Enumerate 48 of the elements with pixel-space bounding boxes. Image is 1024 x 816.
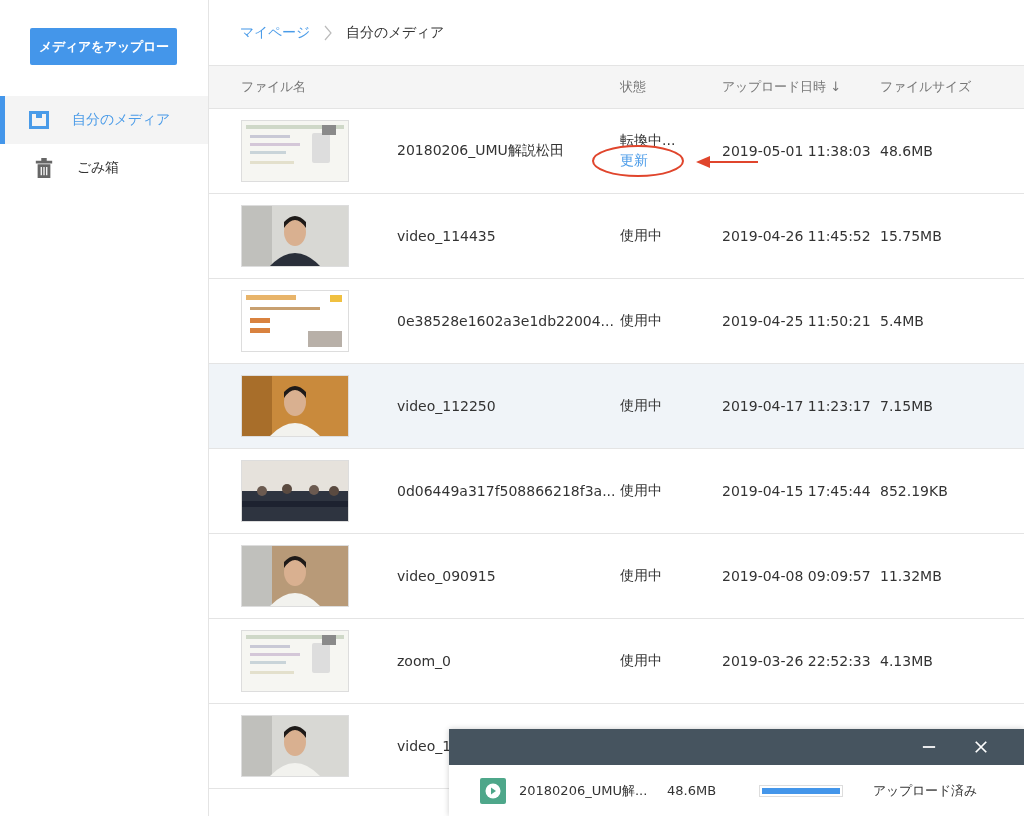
- file-size: 5.4MB: [880, 313, 924, 329]
- status-text: 転換中...: [620, 132, 677, 150]
- upload-date: 2019-04-15 17:45:44: [722, 483, 872, 499]
- file-size: 852.19KB: [880, 483, 948, 499]
- upload-date: 2019-03-26 22:52:33: [722, 653, 872, 669]
- table-row[interactable]: zoom_0 使用中 2019-03-26 22:52:33 4.13MB: [209, 619, 1024, 704]
- file-name: 0e38528e1602a3e1db22004...: [397, 313, 615, 329]
- status-text: 使用中: [620, 227, 663, 245]
- status-text: 使用中: [620, 567, 663, 585]
- file-size: 7.15MB: [880, 398, 933, 414]
- table-row[interactable]: video_112250 使用中 2019-04-17 11:23:17 7.15MB: [209, 364, 1024, 449]
- file-name: 0d06449a317f508866218f3a...: [397, 483, 617, 499]
- upload-date: 2019-04-17 11:23:17: [722, 398, 872, 414]
- table-row[interactable]: video_114435 使用中 2019-04-26 11:45:52 15.75MB: [209, 194, 1024, 279]
- file-name: video_114435: [397, 228, 497, 244]
- upload-date: 2019-04-26 11:45:52: [722, 228, 872, 244]
- upload-date: 2019-04-08 09:09:57: [722, 568, 872, 584]
- file-size: 11.32MB: [880, 568, 942, 584]
- file-size: 48.6MB: [880, 143, 933, 159]
- video-file-icon: [480, 777, 506, 804]
- status-text: 使用中: [620, 312, 663, 330]
- column-header[interactable]: ファイル名: [241, 78, 620, 96]
- file-name: zoom_0: [397, 653, 453, 669]
- trash-icon: [33, 158, 55, 178]
- upload-date: 2019-05-01 11:38:03: [722, 143, 872, 159]
- chevron-icon: [324, 24, 332, 41]
- status-text: 使用中: [620, 482, 663, 500]
- status-text: 使用中: [620, 397, 663, 415]
- table-row[interactable]: video_090915 使用中 2019-04-08 09:09:57 11.32MB: [209, 534, 1024, 619]
- table-row[interactable]: 0d06449a317f508866218f3a... 使用中 2019-04-15 17:45:44 852.19KB: [209, 449, 1024, 534]
- file-name: video_1: [397, 738, 453, 754]
- column-header[interactable]: アップロード日時 ↓: [722, 78, 880, 96]
- upload-date: 2019-04-25 11:50:21: [722, 313, 872, 329]
- file-size: 4.13MB: [880, 653, 933, 669]
- file-name: video_090915: [397, 568, 497, 584]
- column-header[interactable]: 状態: [620, 78, 722, 96]
- media-icon: [28, 110, 50, 130]
- sidebar-item[interactable]: ごみ箱: [0, 144, 208, 192]
- status-text: 使用中: [620, 652, 663, 670]
- table-row[interactable]: 0e38528e1602a3e1db22004... 使用中 2019-04-25 11:50:21 5.4MB: [209, 279, 1024, 364]
- close-icon[interactable]: [974, 740, 988, 754]
- annotation-arrow: [696, 155, 758, 169]
- table-row[interactable]: 20180206_UMU解説松田 転換中... 更新 2019-05-01 11:38:03 48.6MB: [209, 109, 1024, 194]
- breadcrumb-current: 自分のメディア: [346, 23, 444, 42]
- column-header[interactable]: ファイルサイズ: [880, 78, 971, 96]
- file-name: 20180206_UMU解説松田: [397, 142, 565, 160]
- file-name: video_112250: [397, 398, 497, 414]
- file-size: 15.75MB: [880, 228, 942, 244]
